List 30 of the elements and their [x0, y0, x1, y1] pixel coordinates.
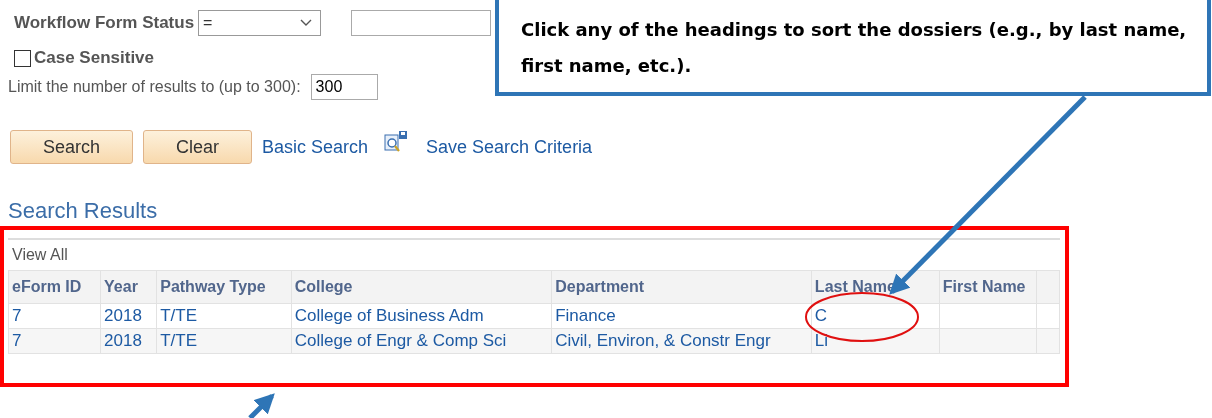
column-header[interactable]: Department — [551, 270, 812, 304]
checkbox-label: Case Sensitive — [34, 48, 154, 68]
table-cell: Civil, Environ, & Constr Engr — [555, 331, 771, 350]
table-cell: T/TE — [160, 306, 198, 325]
action-button[interactable]: Search — [10, 130, 133, 164]
callout-text: Click any of the headings to sort the dossiers (e.g., by last name, first name, etc.). — [521, 19, 1187, 76]
table-cell: C — [814, 306, 828, 325]
table-cell: 7 — [12, 331, 22, 350]
table-cell: 2018 — [104, 306, 142, 325]
column-header[interactable]: Pathway Type — [156, 270, 292, 304]
table-cell: College of Business Adm — [294, 306, 484, 325]
column-header[interactable]: College — [291, 270, 552, 304]
column-header[interactable]: eForm ID — [8, 270, 101, 304]
section-title: Search Results — [8, 198, 159, 225]
table-cell: 7 — [12, 306, 22, 325]
table-cell: Finance — [555, 306, 616, 325]
column-header[interactable]: Year — [100, 270, 157, 304]
link[interactable]: Basic Search — [262, 136, 369, 158]
table-cell: T/TE — [160, 331, 198, 350]
limit-field[interactable]: 300 — [310, 74, 378, 100]
table-cell: College of Engr & Comp Sci — [294, 331, 507, 350]
view-all-link[interactable]: View All — [12, 246, 68, 264]
limit-label: Limit the number of results to (up to 300): — [8, 78, 301, 96]
column-header[interactable]: First Name — [939, 270, 1037, 304]
link[interactable]: Save Search Criteria — [426, 136, 593, 158]
action-button[interactable]: Clear — [143, 130, 252, 164]
operator-dropdown[interactable]: = — [198, 10, 322, 36]
table-cell: Li — [814, 331, 829, 350]
table-cell: 2018 — [104, 331, 142, 350]
field-label: Workflow Form Status — [14, 13, 195, 33]
